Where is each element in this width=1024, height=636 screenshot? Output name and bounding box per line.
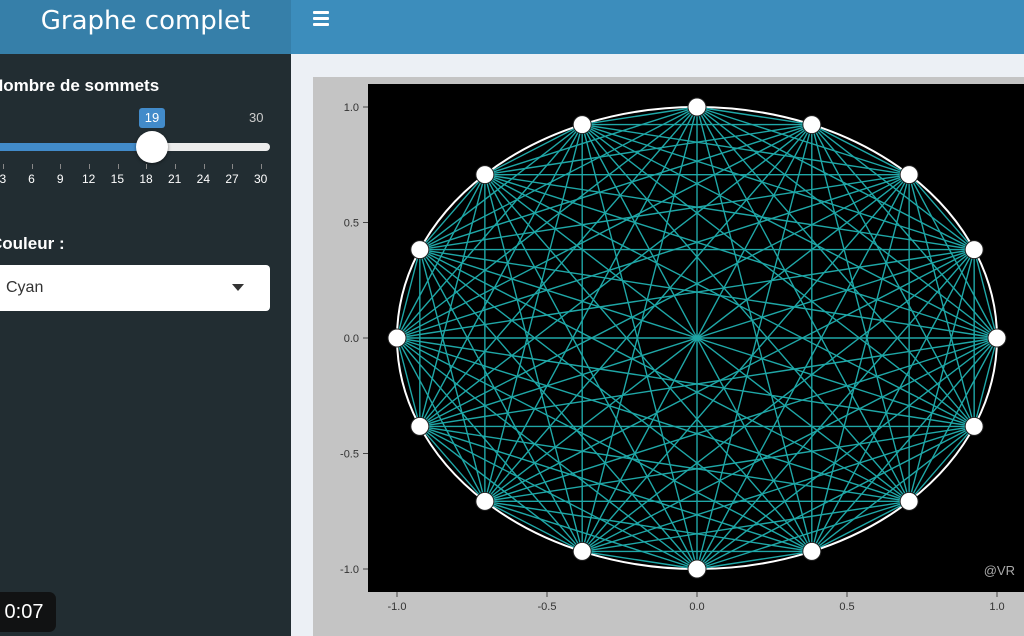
y-tick-label: -0.5	[340, 449, 359, 461]
graph-vertex	[964, 240, 984, 260]
x-tick-label: 0.5	[839, 601, 854, 613]
graph-vertex	[475, 165, 495, 185]
graph-vertex	[475, 491, 495, 511]
graph-vertex	[687, 559, 707, 579]
x-tick-label: 1.0	[989, 601, 1004, 613]
graph-vertex	[572, 115, 592, 135]
graph-vertex	[987, 328, 1007, 348]
graph-vertex	[899, 491, 919, 511]
x-tick-label: 0.0	[689, 601, 704, 613]
graph-vertex	[387, 328, 407, 348]
graph-vertex	[964, 416, 984, 436]
y-tick-label: 0.0	[344, 333, 359, 345]
graph-vertex	[572, 541, 592, 561]
graph-vertex	[899, 165, 919, 185]
graph-vertex	[802, 541, 822, 561]
graph-vertex	[410, 416, 430, 436]
y-tick-label: -1.0	[340, 564, 359, 576]
y-tick-label: 1.0	[344, 102, 359, 114]
x-tick-label: -1.0	[388, 601, 407, 613]
graph-vertex	[410, 240, 430, 260]
complete-graph-plot: -1.0 -0.5 0.0 0.5 1.0 1.0 0.5 0.0 -0.5 -1.0 @VR	[340, 84, 1024, 613]
watermark-label: @VR	[984, 563, 1015, 578]
x-tick-label: -0.5	[538, 601, 557, 613]
graph-vertex	[687, 97, 707, 117]
y-tick-label: 0.5	[344, 218, 359, 230]
graph-vertex	[802, 115, 822, 135]
